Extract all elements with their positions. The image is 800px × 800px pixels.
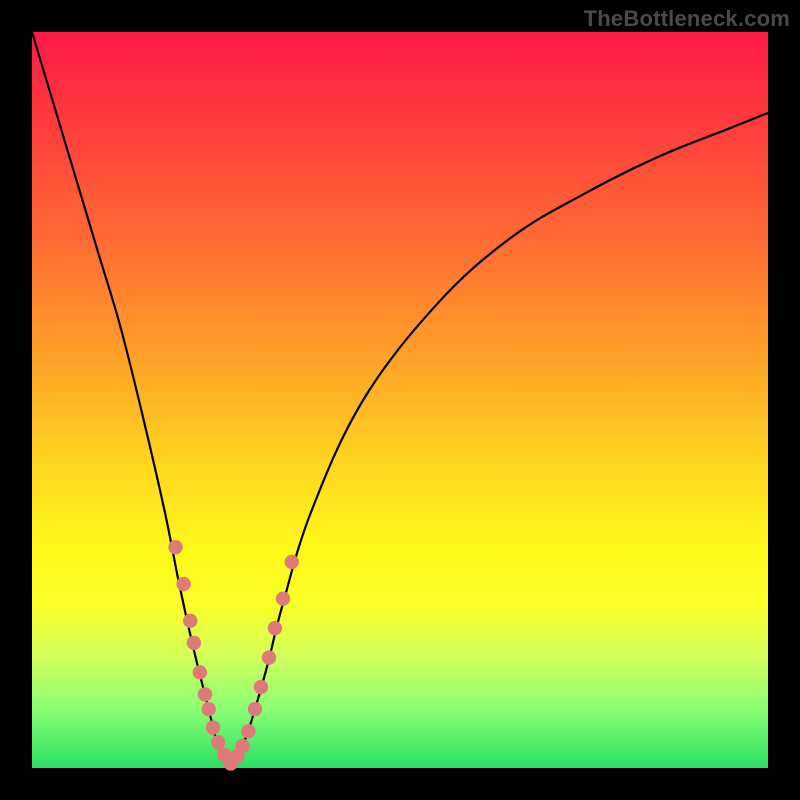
marker-point bbox=[168, 540, 182, 554]
marker-point bbox=[211, 735, 225, 749]
marker-point bbox=[187, 636, 201, 650]
marker-point bbox=[183, 614, 197, 628]
marker-point bbox=[262, 650, 276, 664]
watermark: TheBottleneck.com bbox=[584, 6, 790, 32]
marker-point bbox=[235, 739, 249, 753]
marker-point bbox=[193, 665, 207, 679]
marker-point bbox=[248, 702, 262, 716]
marker-point bbox=[201, 702, 215, 716]
marker-point bbox=[241, 724, 255, 738]
markers-group bbox=[168, 540, 299, 771]
frame: TheBottleneck.com bbox=[0, 0, 800, 800]
curve-line bbox=[32, 32, 768, 764]
plot-area bbox=[32, 32, 768, 768]
marker-point bbox=[198, 687, 212, 701]
chart-svg bbox=[32, 32, 768, 768]
marker-point bbox=[176, 577, 190, 591]
marker-point bbox=[285, 555, 299, 569]
marker-point bbox=[206, 720, 220, 734]
marker-point bbox=[254, 680, 268, 694]
marker-point bbox=[276, 592, 290, 606]
marker-point bbox=[268, 621, 282, 635]
